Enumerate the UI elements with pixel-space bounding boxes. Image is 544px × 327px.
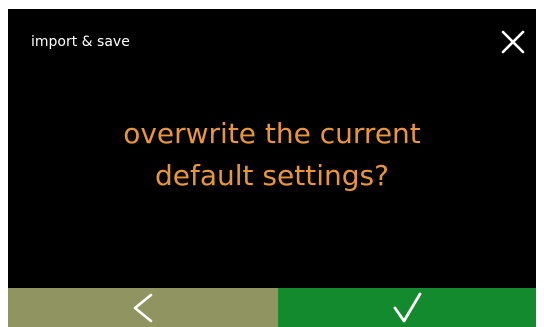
confirmation-message: overwrite the current default settings?	[8, 113, 536, 197]
close-button[interactable]	[498, 27, 528, 57]
action-bar	[8, 288, 536, 327]
dialog-screen: import & save overwrite the current defa…	[8, 9, 536, 327]
back-button[interactable]	[8, 288, 278, 327]
confirm-button[interactable]	[278, 288, 536, 327]
checkmark-icon	[393, 292, 422, 322]
page: import & save overwrite the current defa…	[0, 0, 544, 327]
page-title: import & save	[31, 34, 130, 50]
close-icon	[501, 30, 525, 54]
chevron-left-icon	[133, 293, 153, 322]
question-line-1: overwrite the current	[123, 117, 421, 150]
question-line-2: default settings?	[155, 159, 389, 192]
